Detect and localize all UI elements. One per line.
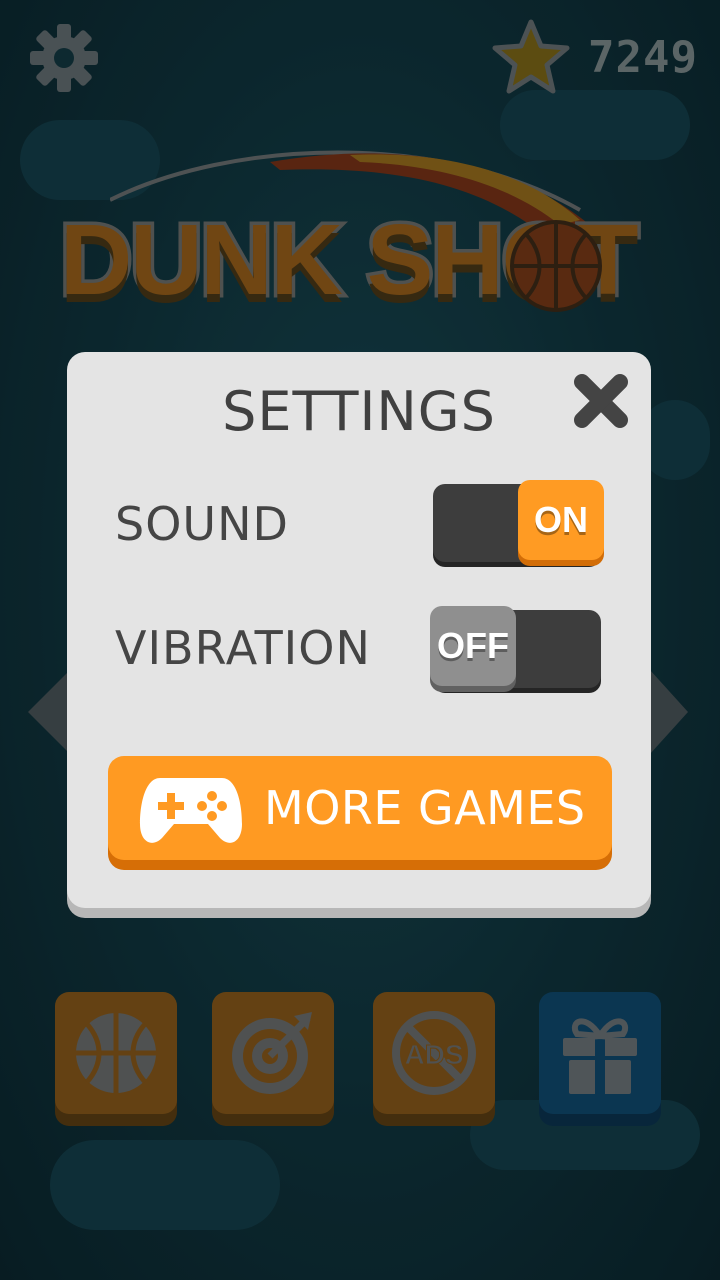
vibration-toggle[interactable]: OFF [430,606,601,688]
gamepad-icon [140,778,242,843]
sound-label: SOUND [115,497,289,551]
settings-modal: SETTINGS SOUND ON VIBRATION OFF MORE GAM… [67,352,651,908]
close-x-icon[interactable] [572,372,630,430]
more-games-button[interactable]: MORE GAMES [108,756,612,860]
more-games-label: MORE GAMES [264,781,586,835]
vibration-toggle-knob: OFF [430,606,516,686]
sound-toggle[interactable]: ON [433,480,604,562]
modal-title: SETTINGS [222,380,496,443]
vibration-label: VIBRATION [115,621,371,675]
sound-toggle-knob: ON [518,480,604,560]
